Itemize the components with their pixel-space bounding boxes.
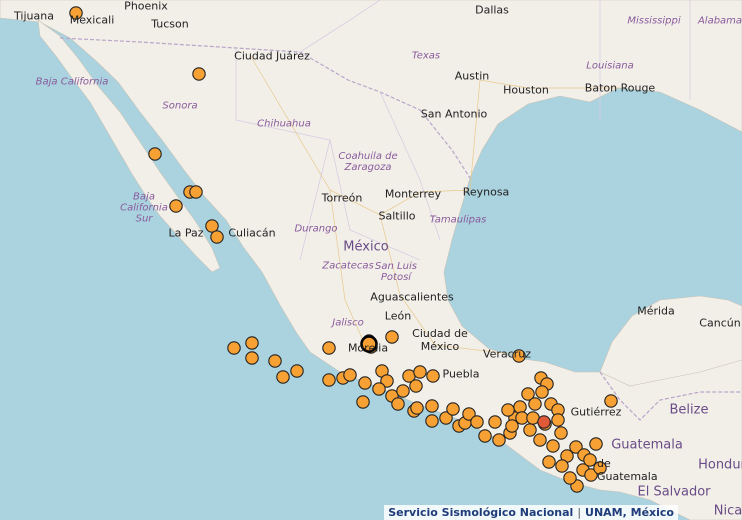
label-merida: Mérida (637, 304, 675, 318)
earthquake-marker[interactable] (413, 365, 427, 379)
label-chihuahua: Chihuahua (257, 118, 311, 130)
label-puebla: Puebla (442, 367, 480, 381)
label-reynosa: Reynosa (462, 185, 510, 199)
label-san-antonio: San Antonio (420, 107, 488, 121)
earthquake-marker[interactable] (290, 364, 304, 378)
label-zacatecas: Zacatecas (322, 260, 374, 272)
earthquake-marker[interactable] (245, 336, 259, 350)
earthquake-marker[interactable] (189, 185, 203, 199)
earthquake-marker[interactable] (192, 67, 206, 81)
label-louisiana: Louisiana (586, 60, 634, 72)
label-morelia: Morelia (347, 341, 389, 355)
label-honduras: Hondur (698, 457, 742, 473)
label-belize: Belize (669, 402, 709, 418)
label-guatemala: Guatemala (611, 437, 683, 453)
earthquake-marker[interactable] (470, 415, 484, 429)
label-la-paz: La Paz (168, 226, 204, 240)
earthquake-marker[interactable] (227, 341, 241, 355)
label-coahuila: Coahuila de Zaragoza (338, 151, 398, 173)
earthquake-marker[interactable] (268, 354, 282, 368)
earthquake-marker[interactable] (343, 368, 357, 382)
label-dallas: Dallas (475, 3, 509, 17)
attribution-org[interactable]: Servicio Sismológico Nacional (388, 506, 573, 519)
label-baja-california: Baja California (35, 76, 109, 88)
label-houston: Houston (503, 83, 549, 97)
label-nica: Nica (713, 503, 742, 519)
label-cancun: Cancún (699, 316, 741, 330)
earthquake-marker-highlight[interactable] (537, 415, 551, 429)
earthquake-marker[interactable] (148, 147, 162, 161)
label-ciudad-juarez: Ciudad Juárez (234, 49, 310, 63)
earthquake-marker[interactable] (563, 471, 577, 485)
earthquake-marker[interactable] (245, 351, 259, 365)
label-mexico: México (343, 239, 389, 255)
earthquake-marker[interactable] (535, 385, 549, 399)
label-torreon: Torreón (321, 191, 363, 205)
earthquake-marker[interactable] (372, 382, 386, 396)
attribution-univ[interactable]: UNAM, México (585, 506, 674, 519)
attribution-separator: | (577, 506, 582, 519)
label-baja-california-sur: Baja California Sur (120, 191, 168, 225)
earthquake-marker[interactable] (492, 433, 506, 447)
label-tucson: Tucson (151, 17, 189, 31)
map-attribution[interactable]: Servicio Sismológico Nacional | UNAM, Méxi… (384, 505, 678, 520)
label-tijuana: Tijuana (14, 9, 54, 23)
earthquake-marker[interactable] (322, 341, 336, 355)
earthquake-marker[interactable] (551, 413, 565, 427)
label-mexicali: Mexicali (69, 13, 115, 27)
label-leon: León (384, 309, 412, 323)
earthquake-marker[interactable] (554, 426, 568, 440)
earthquake-marker[interactable] (396, 384, 410, 398)
earthquake-marker[interactable] (409, 379, 423, 393)
earthquake-marker[interactable] (391, 397, 405, 411)
label-ciudad-de-mexico: Ciudad de México (412, 327, 468, 353)
label-alabama: Alabama (697, 15, 742, 27)
label-san-luis-potosi: San Luis Potosí (375, 261, 417, 283)
earthquake-marker[interactable] (425, 414, 439, 428)
label-el-salvador: El Salvador (637, 484, 711, 500)
earthquake-marker[interactable] (446, 402, 460, 416)
seismic-map[interactable]: Tijuana Mexicali Phoenix Tucson Dallas C… (0, 0, 742, 520)
earthquake-marker[interactable] (426, 369, 440, 383)
label-tamaulipas: Tamaulipas (429, 214, 487, 226)
label-guatemala-city: de Guatemala (597, 457, 658, 483)
earthquake-marker[interactable] (425, 399, 439, 413)
earthquake-marker[interactable] (528, 397, 542, 411)
label-gutierrez: Gutiérrez (570, 405, 622, 419)
earthquake-marker[interactable] (501, 403, 515, 417)
label-phoenix: Phoenix (124, 0, 168, 13)
label-culiacan: Culiacán (228, 226, 276, 240)
earthquake-marker[interactable] (513, 400, 527, 414)
earthquake-marker[interactable] (533, 433, 547, 447)
label-austin: Austin (454, 69, 490, 83)
label-aguascalientes: Aguascalientes (370, 290, 454, 304)
label-sonora: Sonora (162, 100, 198, 112)
earthquake-marker[interactable] (356, 395, 370, 409)
earthquake-marker[interactable] (505, 419, 519, 433)
earthquake-marker[interactable] (589, 437, 603, 451)
label-mississippi: Mississippi (627, 15, 681, 27)
earthquake-marker[interactable] (523, 423, 537, 437)
label-monterrey: Monterrey (384, 187, 442, 201)
earthquake-marker[interactable] (478, 429, 492, 443)
label-jalisco: Jalisco (332, 317, 364, 329)
earthquake-marker[interactable] (210, 230, 224, 244)
label-texas: Texas (411, 50, 441, 62)
label-durango: Durango (294, 223, 338, 235)
earthquake-marker[interactable] (410, 401, 424, 415)
label-baton-rouge: Baton Rouge (584, 81, 656, 95)
earthquake-marker[interactable] (546, 439, 560, 453)
earthquake-marker[interactable] (542, 455, 556, 469)
label-saltillo: Saltillo (378, 209, 416, 223)
earthquake-marker[interactable] (358, 376, 372, 390)
earthquake-marker[interactable] (276, 370, 290, 384)
earthquake-marker[interactable] (488, 415, 502, 429)
earthquake-marker[interactable] (322, 373, 336, 387)
earthquake-marker[interactable] (555, 459, 569, 473)
label-veracruz: Veracruz (482, 347, 532, 361)
